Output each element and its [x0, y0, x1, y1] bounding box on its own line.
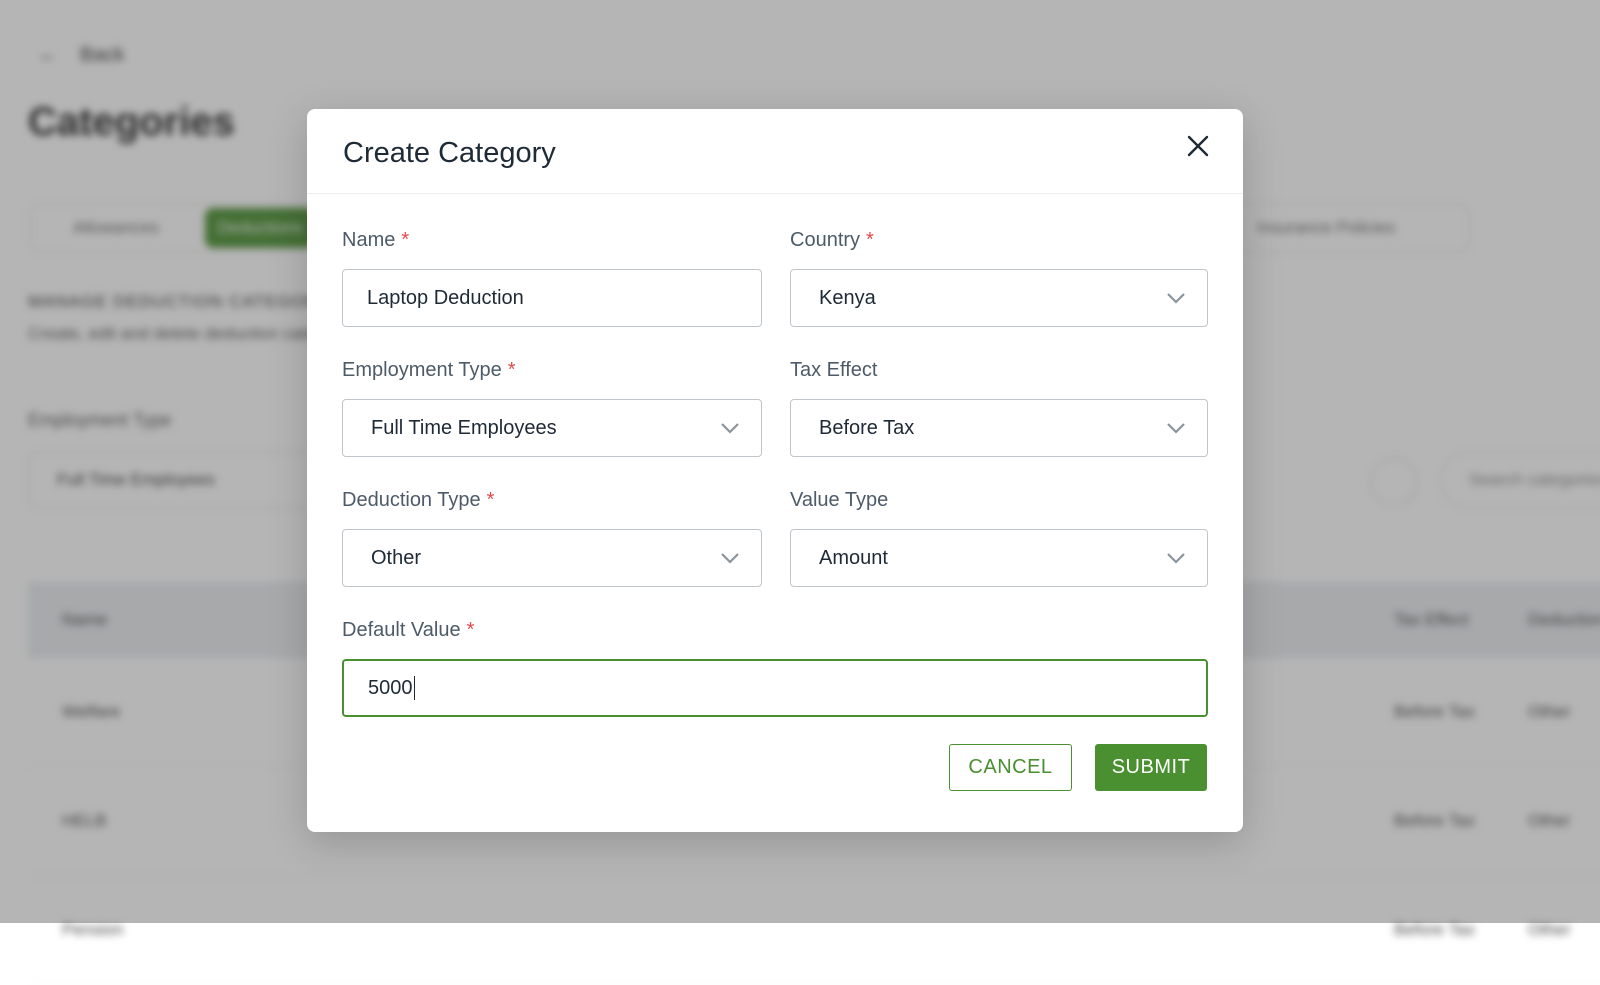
cancel-button[interactable]: CANCEL	[949, 744, 1072, 791]
employment-type-label: Employment Type *	[342, 359, 516, 381]
default-value-label: Default Value *	[342, 619, 475, 641]
required-asterisk: *	[466, 619, 475, 641]
required-asterisk: *	[866, 229, 874, 251]
modal-title: Create Category	[343, 137, 556, 169]
value-type-field: Value Type Amount	[790, 487, 1208, 587]
close-icon	[1187, 135, 1209, 157]
close-button[interactable]	[1183, 131, 1213, 161]
deduction-type-label: Deduction Type *	[342, 489, 495, 511]
default-value-input[interactable]: 5000	[342, 659, 1208, 717]
name-input-value: Laptop Deduction	[367, 286, 524, 309]
name-field: Name * Laptop Deduction	[342, 227, 762, 327]
chevron-down-icon	[721, 553, 739, 564]
country-select[interactable]: Kenya	[790, 269, 1208, 327]
name-label: Name *	[342, 229, 410, 251]
chevron-down-icon	[721, 423, 739, 434]
required-asterisk: *	[486, 489, 495, 511]
chevron-down-icon	[1167, 293, 1185, 304]
deduction-type-select[interactable]: Other	[342, 529, 762, 587]
country-select-value: Kenya	[819, 286, 876, 309]
value-type-select[interactable]: Amount	[790, 529, 1208, 587]
tax-effect-field: Tax Effect Before Tax	[790, 357, 1208, 457]
tax-effect-label: Tax Effect	[790, 359, 878, 381]
required-asterisk: *	[507, 359, 516, 381]
deduction-type-field: Deduction Type * Other	[342, 487, 762, 587]
text-caret	[413, 676, 415, 700]
default-value-field: Default Value * 5000	[342, 617, 1208, 717]
name-input[interactable]: Laptop Deduction	[342, 269, 762, 327]
create-category-modal: Create Category Name * Laptop Deduction C…	[307, 109, 1243, 832]
value-type-select-value: Amount	[819, 546, 888, 569]
row-type: Other	[1528, 920, 1571, 939]
deduction-type-select-value: Other	[371, 546, 422, 569]
row-name: Pension	[62, 920, 124, 939]
tax-effect-select-value: Before Tax	[819, 416, 915, 439]
value-type-label: Value Type	[790, 489, 889, 511]
submit-button[interactable]: SUBMIT	[1095, 744, 1207, 791]
country-label: Country *	[790, 229, 874, 251]
modal-header: Create Category	[307, 109, 1243, 194]
employment-type-select-value: Full Time Employees	[371, 416, 557, 439]
required-asterisk: *	[401, 229, 410, 251]
chevron-down-icon	[1167, 553, 1185, 564]
employment-type-field: Employment Type * Full Time Employees	[342, 357, 762, 457]
country-field: Country * Kenya	[790, 227, 1208, 327]
tax-effect-select[interactable]: Before Tax	[790, 399, 1208, 457]
row-tax-effect: Before Tax	[1394, 920, 1475, 939]
default-value-input-value: 5000	[368, 676, 413, 699]
chevron-down-icon	[1167, 423, 1185, 434]
employment-type-select[interactable]: Full Time Employees	[342, 399, 762, 457]
